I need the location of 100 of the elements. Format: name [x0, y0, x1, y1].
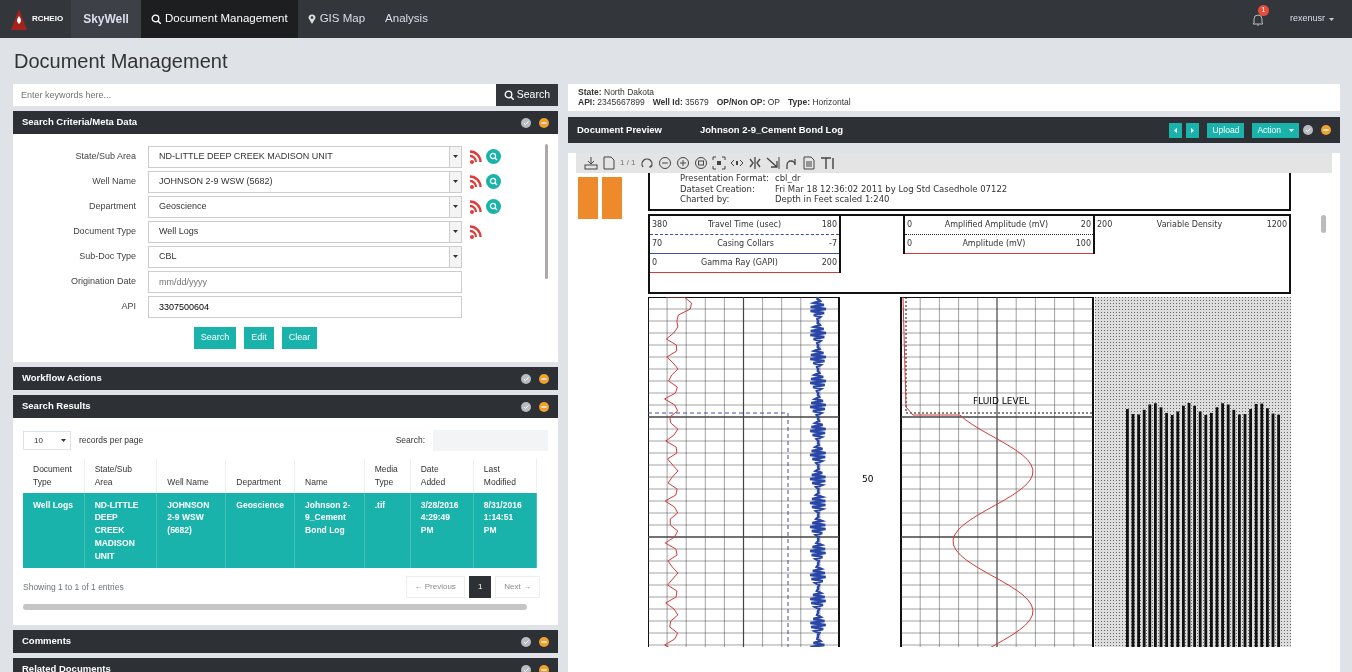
scale-min: 70 — [652, 237, 663, 250]
thumbnail-drawing[interactable] — [578, 177, 622, 219]
minus-icon[interactable] — [539, 117, 549, 128]
check-icon[interactable] — [521, 373, 531, 384]
scale-max: 200 — [821, 256, 837, 269]
field-label: Document Type — [72, 224, 137, 238]
panel-title: Document Preview — [577, 122, 662, 137]
fit-page-icon[interactable] — [711, 156, 726, 170]
log-header-value: Fri Mar 18 12:36:02 2011 by Log Std Casedhole 07122 — [775, 183, 1008, 195]
column-header[interactable]: Department — [225, 459, 295, 493]
select-field[interactable]: Geoscience — [148, 195, 462, 218]
minus-icon[interactable] — [539, 401, 549, 412]
rotate-icon[interactable] — [639, 156, 654, 170]
panel-title: Workflow Actions — [22, 371, 102, 386]
field-label: Sub-Doc Type — [78, 249, 137, 263]
panel-title: Related Documents — [22, 662, 111, 672]
select-field[interactable]: Well Logs — [148, 220, 462, 243]
text-icon[interactable] — [819, 156, 834, 170]
table-cell: ND-LITTLE DEEP CREEK MADISON UNIT — [84, 492, 157, 569]
zoom-in-icon[interactable] — [675, 156, 690, 170]
next-button[interactable] — [1186, 122, 1200, 138]
scale-min: 0 — [907, 237, 913, 250]
field-label: Origination Date — [69, 274, 137, 288]
zoom-actual-icon[interactable] — [693, 156, 708, 170]
search-icon — [150, 14, 161, 24]
panel-title: Comments — [22, 634, 72, 649]
scale-name: Travel Time (usec) — [707, 218, 782, 231]
search-icon[interactable] — [486, 174, 501, 189]
check-icon[interactable] — [521, 401, 531, 412]
nav-tab[interactable]: Analysis — [375, 0, 438, 38]
rss-icon[interactable] — [470, 224, 482, 239]
caret-icon — [453, 155, 458, 158]
text-field[interactable]: 3307500604 — [148, 295, 462, 318]
search-icon[interactable] — [486, 149, 501, 164]
panel-header[interactable]: Comments — [13, 630, 558, 653]
select-field[interactable]: ND-LITTLE DEEP CREEK MADISON UNIT — [148, 145, 462, 168]
select-field[interactable]: JOHNSON 2-9 WSW (5682) — [148, 170, 462, 193]
log-header-label: Charted by: — [680, 194, 731, 205]
keyword-field[interactable]: Enter keywords here... — [13, 84, 496, 106]
brand-link[interactable]: SkyWell — [71, 0, 141, 38]
search-icon[interactable] — [486, 199, 501, 214]
minus-icon[interactable] — [1321, 125, 1331, 135]
check-icon[interactable] — [521, 664, 531, 672]
arrow-icon[interactable] — [765, 156, 780, 170]
chevron-right-icon — [1191, 127, 1195, 133]
page-link[interactable]: 1 — [468, 576, 492, 599]
flip-icon[interactable] — [747, 156, 762, 170]
scale-max: -7 — [829, 237, 837, 250]
document-icon[interactable] — [801, 156, 816, 170]
caret-icon — [453, 205, 458, 208]
scrollbar-thumb[interactable] — [545, 144, 548, 279]
download-icon[interactable] — [584, 156, 598, 170]
hook-icon[interactable] — [783, 156, 798, 170]
annotation-label: FLUID LEVEL — [973, 395, 1030, 406]
table-cell: Geoscience — [225, 492, 295, 569]
minus-icon[interactable] — [539, 664, 549, 672]
nav-tab[interactable]: GIS Map — [297, 0, 376, 38]
bell-icon[interactable] — [1252, 12, 1264, 26]
rss-icon[interactable] — [470, 199, 482, 214]
check-icon[interactable] — [1303, 125, 1313, 135]
column-header[interactable]: State/Sub Area — [84, 459, 157, 493]
panel-header[interactable]: Document Preview Johnson 2-9_Cement Bond Log Upload Action — [568, 117, 1340, 143]
scale-min: 380 — [652, 218, 668, 231]
panel-header[interactable]: Workflow Actions — [13, 367, 558, 390]
minus-icon[interactable] — [539, 636, 549, 647]
text-field[interactable]: mm/dd/yyyy — [148, 270, 462, 293]
check-icon[interactable] — [521, 636, 531, 647]
previous-button[interactable] — [1169, 122, 1183, 138]
column-header[interactable]: Name — [294, 459, 365, 493]
minus-icon[interactable] — [539, 373, 549, 384]
logo-text: RCHEIO — [32, 13, 64, 25]
check-icon[interactable] — [521, 117, 531, 128]
rss-icon[interactable] — [470, 149, 482, 164]
depth-label: 50 — [862, 473, 874, 484]
rss-icon[interactable] — [470, 174, 482, 189]
scrollbar-thumb[interactable] — [1321, 215, 1326, 233]
table-cell: Johnson 2-9_Cement Bond Log — [294, 492, 365, 569]
nav-tab[interactable]: Document Management — [140, 0, 298, 38]
zoom-out-icon[interactable] — [657, 156, 672, 170]
column-header[interactable]: Well Name — [156, 459, 226, 493]
scrollbar-thumb[interactable] — [23, 604, 527, 611]
column-header[interactable]: Media Type — [364, 459, 411, 493]
chevron-left-icon — [1174, 127, 1178, 133]
search-button[interactable]: Search — [495, 84, 558, 106]
page-icon[interactable] — [602, 156, 616, 170]
panel-header[interactable]: Search Results — [13, 395, 558, 418]
panel-header[interactable]: Search Criteria/Meta Data — [13, 111, 558, 134]
select-field[interactable]: CBL — [148, 245, 462, 268]
scale-max: 1200 — [1266, 219, 1287, 232]
caret-icon — [453, 180, 458, 183]
column-header[interactable]: Date Added — [410, 459, 474, 493]
page-size-select[interactable]: 10 — [23, 431, 71, 450]
page-title: Document Management — [14, 49, 229, 74]
column-header[interactable]: Last Modified — [473, 459, 537, 493]
column-header[interactable]: Document Type — [23, 459, 85, 493]
table-cell: 3/28/2016 4:29:49 PM — [410, 492, 474, 569]
panel-header[interactable]: Related Documents — [13, 658, 558, 672]
field-label: API — [120, 299, 137, 313]
user-menu[interactable]: rexenusr — [1280, 0, 1344, 38]
caret-icon — [453, 255, 458, 258]
